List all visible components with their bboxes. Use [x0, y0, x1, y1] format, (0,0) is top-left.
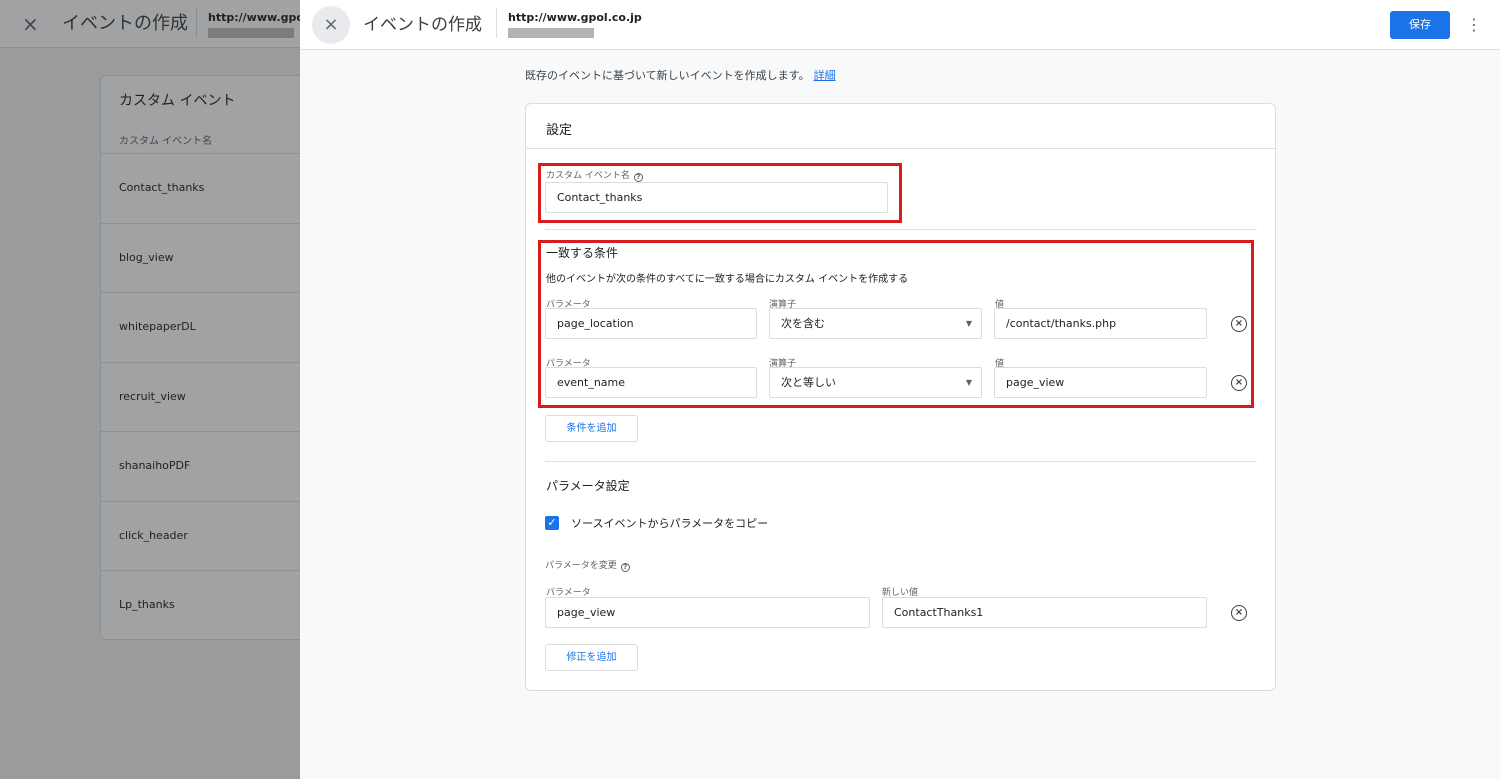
divider: [545, 229, 1257, 230]
close-icon[interactable]: ×: [312, 6, 350, 44]
property-id-redacted: [508, 28, 594, 38]
copy-parameters-checkbox[interactable]: ✓: [545, 516, 559, 530]
intro-text: 既存のイベントに基づいて新しいイベントを作成します。 詳細: [525, 67, 836, 83]
add-modification-button[interactable]: 修正を追加: [545, 644, 638, 671]
panel-title: イベントの作成: [363, 15, 482, 35]
panel-header: × イベントの作成 http://www.gpol.co.jp 保存 ⋮: [300, 0, 1500, 50]
learn-more-link[interactable]: 詳細: [814, 69, 836, 82]
highlight-custom-event-name: [538, 163, 902, 223]
parameter-settings-title: パラメータ設定: [546, 479, 630, 493]
intro-description: 既存のイベントに基づいて新しいイベントを作成します。: [525, 69, 810, 82]
divider: [526, 148, 1275, 149]
add-condition-button[interactable]: 条件を追加: [545, 415, 638, 442]
remove-modification-icon[interactable]: ×: [1231, 605, 1247, 621]
modify-parameter-input[interactable]: page_view: [545, 597, 870, 628]
help-icon[interactable]: ?: [620, 563, 630, 572]
header-divider: [496, 8, 497, 38]
property-url: http://www.gpol.co.jp: [508, 11, 642, 24]
create-event-panel: × イベントの作成 http://www.gpol.co.jp 保存 ⋮ 既存の…: [300, 0, 1500, 779]
modify-parameters-label: パラメータを変更?: [545, 558, 630, 572]
new-value-input[interactable]: ContactThanks1: [882, 597, 1207, 628]
modify-parameters-label-text: パラメータを変更: [545, 561, 617, 571]
highlight-match-conditions: [538, 240, 1254, 408]
divider: [545, 461, 1257, 462]
save-button[interactable]: 保存: [1390, 11, 1450, 39]
copy-parameters-label: ソースイベントからパラメータをコピー: [571, 517, 769, 530]
more-vert-icon[interactable]: ⋮: [1465, 11, 1483, 39]
settings-title: 設定: [546, 123, 573, 138]
